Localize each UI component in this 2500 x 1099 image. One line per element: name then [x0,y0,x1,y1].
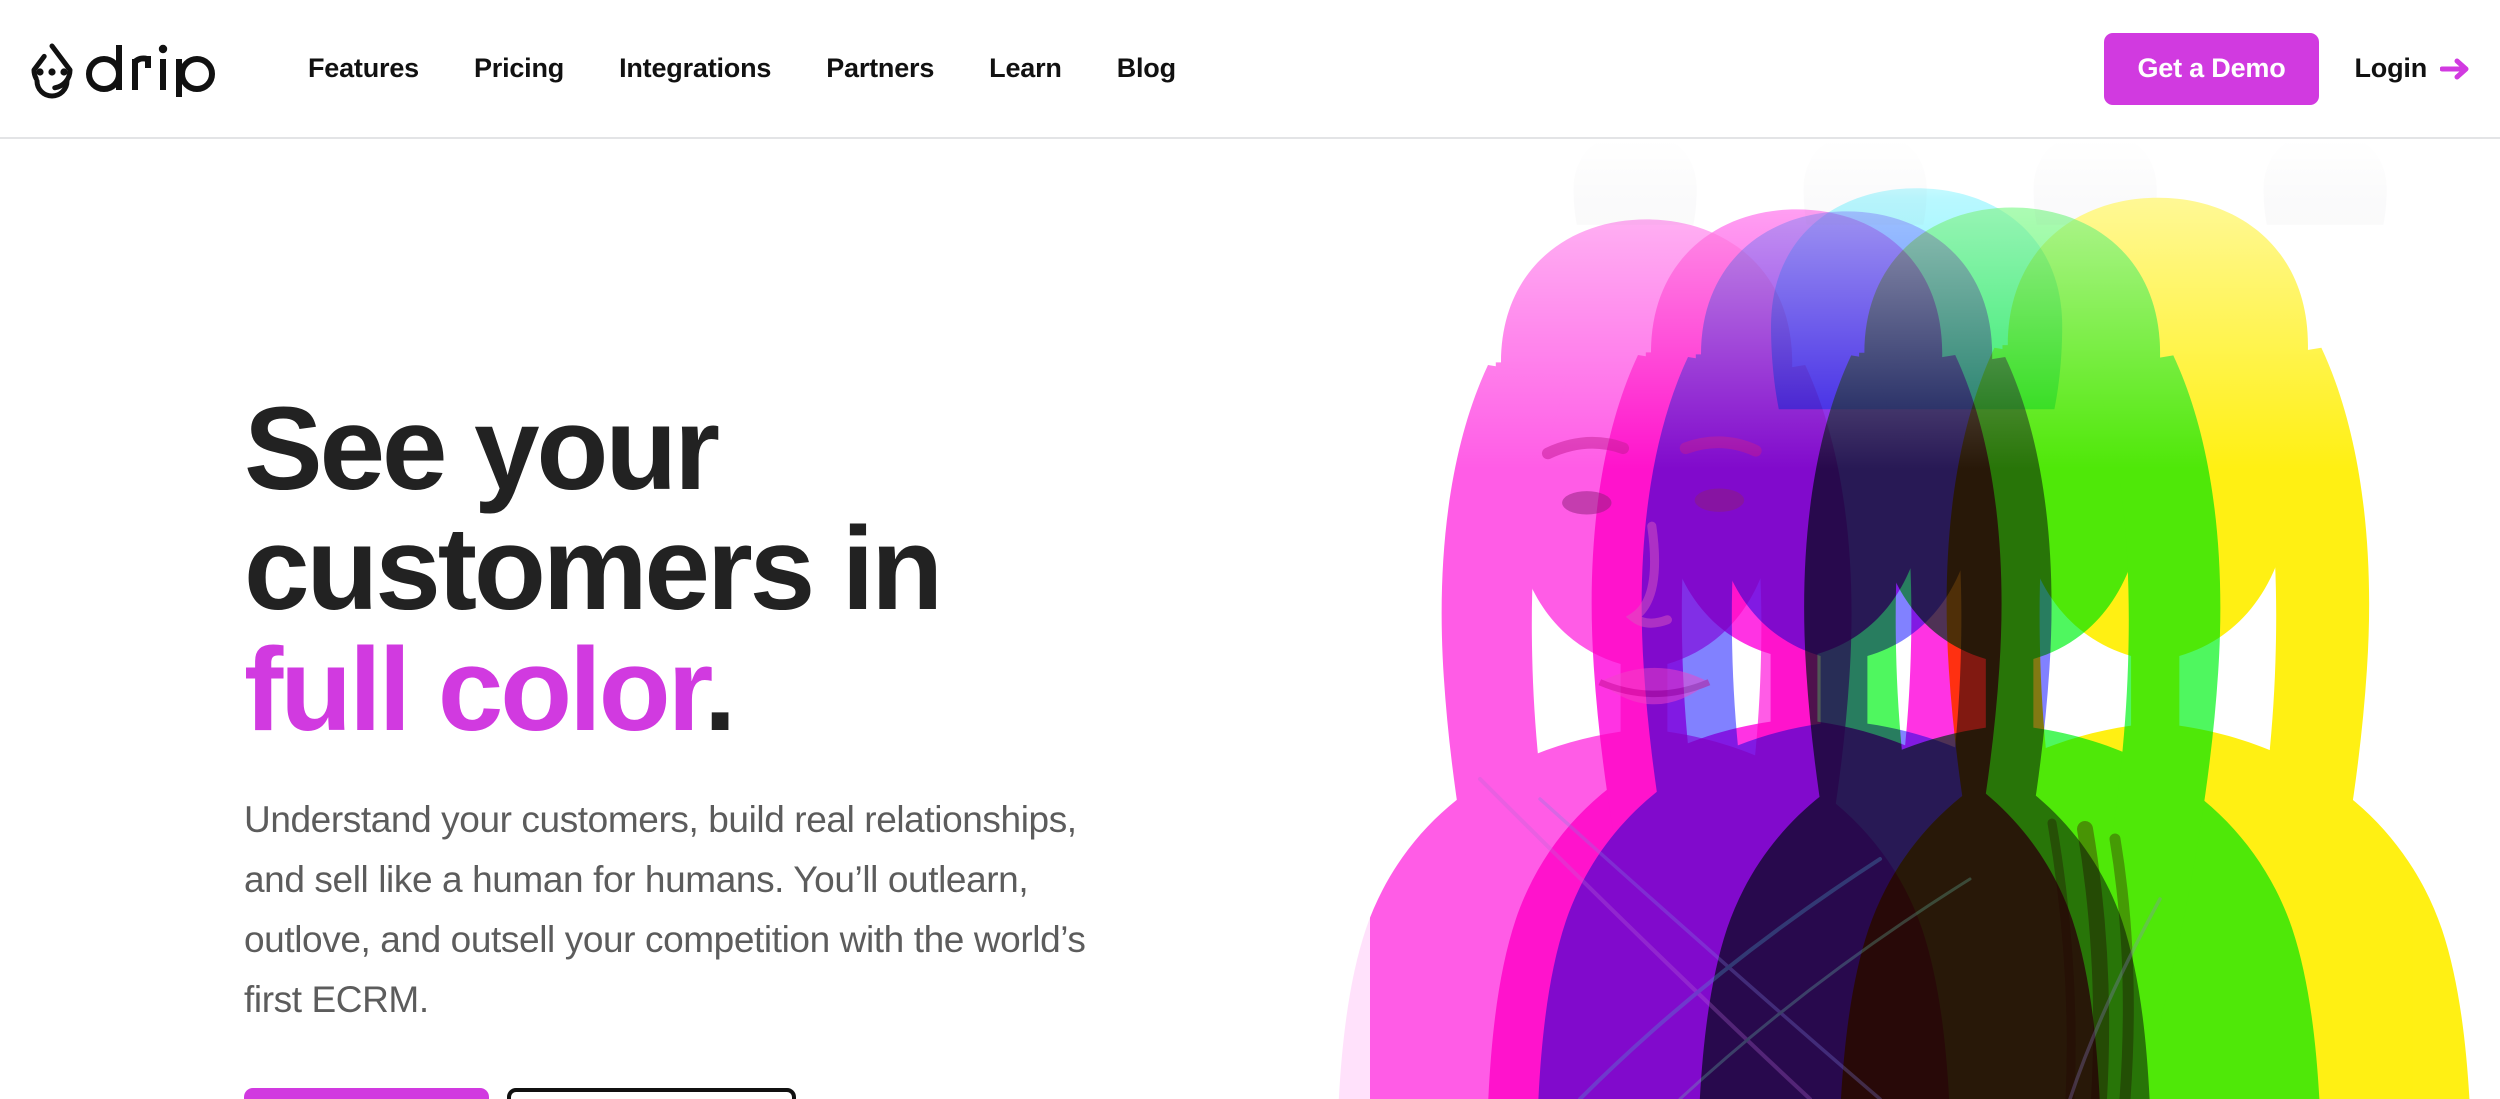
nav-item-features[interactable]: Features [308,43,419,94]
headline-accent: full color [244,623,707,756]
page-root: Features Pricing Integrations Partners L… [0,0,2500,1099]
hero-cta-group: Get a Demo Join Drip Free [244,1087,1174,1099]
nav-item-blog[interactable]: Blog [1117,43,1176,94]
hero-copy: See your customers in full color. Unders… [244,389,1174,1099]
hero-headline: See your customers in full color. [244,389,1174,750]
nav-item-partners[interactable]: Partners [826,43,934,94]
hero-get-a-demo-button[interactable]: Get a Demo [244,1087,490,1099]
primary-navigation: Features Pricing Integrations Partners L… [308,43,1176,94]
drip-droplet-smiley-icon [31,43,73,98]
brand-logo-link[interactable] [26,39,226,99]
headline-line-1: See your [244,383,720,515]
header-left-group: Features Pricing Integrations Partners L… [26,39,1176,99]
arrow-right-icon [2440,58,2469,79]
brand-wordmark [86,44,215,97]
login-link[interactable]: Login [2355,53,2470,84]
header-right-group: Get a Demo Login [2104,32,2470,105]
login-label: Login [2354,53,2428,83]
hero-join-drip-free-button[interactable]: Join Drip Free [507,1087,796,1099]
headline-line-2: customers in [244,503,943,636]
nav-item-integrations[interactable]: Integrations [619,43,771,94]
headline-period: . [703,623,737,756]
hero-artwork [1180,139,2500,1099]
site-header: Features Pricing Integrations Partners L… [0,0,2500,139]
header-get-a-demo-button[interactable]: Get a Demo [2104,32,2319,105]
nav-item-learn[interactable]: Learn [989,43,1062,94]
hero-section: See your customers in full color. Unders… [0,139,2500,1099]
nav-item-pricing[interactable]: Pricing [474,43,564,94]
hero-subtitle: Understand your customers, build real re… [244,799,1086,1020]
